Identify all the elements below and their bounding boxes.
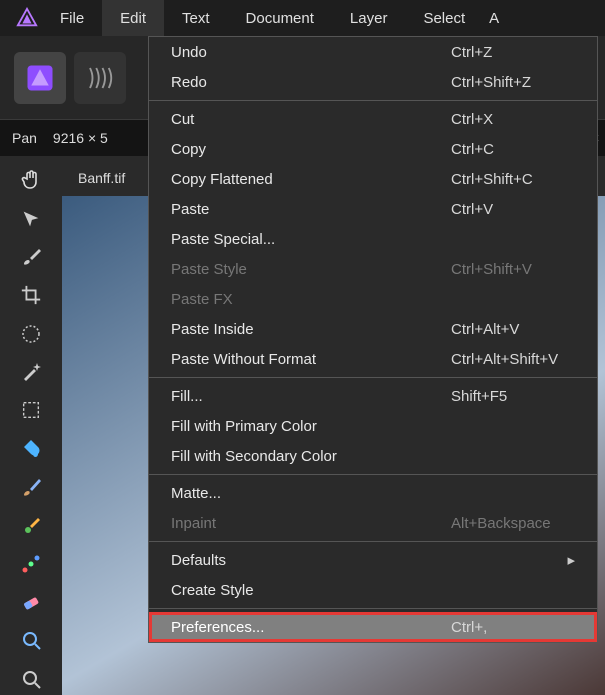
move-tool-icon[interactable]	[11, 202, 51, 234]
menu-separator	[149, 608, 597, 609]
document-tab[interactable]: Banff.tif	[62, 160, 141, 196]
menu-edit[interactable]: Edit	[102, 0, 164, 36]
menu-item-fill[interactable]: Fill...Shift+F5	[149, 381, 597, 411]
menu-item-create-style[interactable]: Create Style	[149, 575, 597, 605]
heal-tool-icon[interactable]	[11, 548, 51, 580]
menu-item-label: Undo	[171, 44, 451, 61]
menu-item-copy-flattened[interactable]: Copy FlattenedCtrl+Shift+C	[149, 164, 597, 194]
menu-item-copy[interactable]: CopyCtrl+C	[149, 134, 597, 164]
menu-item-shortcut: Ctrl+Z	[451, 44, 581, 61]
menu-item-shortcut: Ctrl+Shift+C	[451, 171, 581, 188]
liquify-persona-button[interactable]	[74, 52, 126, 104]
menu-item-label: Copy	[171, 141, 451, 158]
menu-item-label: Paste	[171, 201, 451, 218]
erase-tool-icon[interactable]	[11, 586, 51, 618]
menu-item-shortcut: Ctrl+Alt+Shift+V	[451, 351, 581, 368]
document-tabs: Banff.tif	[62, 160, 141, 196]
photo-persona-button[interactable]	[14, 52, 66, 104]
menu-item-label: Fill...	[171, 388, 451, 405]
crop-tool-icon[interactable]	[11, 279, 51, 311]
app-logo-icon	[12, 0, 42, 36]
menu-separator	[149, 100, 597, 101]
menu-item-paste-special[interactable]: Paste Special...	[149, 224, 597, 254]
menu-item-label: Preferences...	[171, 619, 451, 636]
menu-item-shortcut: Alt+Backspace	[451, 515, 581, 532]
menu-item-label: Paste Without Format	[171, 351, 451, 368]
menu-item-label: Paste Inside	[171, 321, 451, 338]
menu-item-paste[interactable]: PasteCtrl+V	[149, 194, 597, 224]
menu-item-shortcut: Ctrl+Alt+V	[451, 321, 581, 338]
submenu-arrow-icon: ▸	[567, 551, 581, 569]
hand-tool-icon[interactable]	[11, 164, 51, 196]
edit-menu-dropdown: UndoCtrl+ZRedoCtrl+Shift+ZCutCtrl+XCopyC…	[148, 36, 598, 643]
menu-separator	[149, 541, 597, 542]
menu-layer[interactable]: Layer	[332, 0, 406, 36]
image-dimensions: 9216 × 5	[53, 130, 108, 146]
tools-panel	[0, 156, 62, 695]
menu-item-matte[interactable]: Matte...	[149, 478, 597, 508]
flood-fill-icon[interactable]	[11, 433, 51, 465]
menu-separator	[149, 377, 597, 378]
menu-item-fill-with-secondary-color[interactable]: Fill with Secondary Color	[149, 441, 597, 471]
brush-tool-icon[interactable]	[11, 241, 51, 273]
zoom-tool-icon[interactable]	[11, 663, 51, 695]
menu-item-preferences[interactable]: Preferences...Ctrl+,	[149, 612, 597, 642]
menu-item-label: Paste FX	[171, 291, 581, 308]
menu-text[interactable]: Text	[164, 0, 228, 36]
menu-item-shortcut: Ctrl+C	[451, 141, 581, 158]
menu-item-paste-style: Paste StyleCtrl+Shift+V	[149, 254, 597, 284]
menu-item-paste-fx: Paste FX	[149, 284, 597, 314]
menu-file[interactable]: File	[42, 0, 102, 36]
menu-item-inpaint: InpaintAlt+Backspace	[149, 508, 597, 538]
menu-item-undo[interactable]: UndoCtrl+Z	[149, 37, 597, 67]
menu-item-shortcut: Ctrl+Shift+Z	[451, 74, 581, 91]
menu-item-label: Paste Style	[171, 261, 451, 278]
selection-brush-icon[interactable]	[11, 317, 51, 349]
dodge-tool-icon[interactable]	[11, 624, 51, 656]
menu-item-shortcut: Ctrl+V	[451, 201, 581, 218]
menu-item-label: Fill with Secondary Color	[171, 448, 581, 465]
mixer-brush-icon[interactable]	[11, 509, 51, 541]
menu-item-label: Defaults	[171, 552, 567, 569]
current-tool-label: Pan	[12, 130, 37, 146]
menu-item-label: Redo	[171, 74, 451, 91]
menu-item-label: Cut	[171, 111, 451, 128]
menu-select[interactable]: Select	[405, 0, 483, 36]
menu-item-shortcut: Ctrl+Shift+V	[451, 261, 581, 278]
menu-item-shortcut: Ctrl+,	[451, 619, 581, 636]
menu-item-redo[interactable]: RedoCtrl+Shift+Z	[149, 67, 597, 97]
menu-item-cut[interactable]: CutCtrl+X	[149, 104, 597, 134]
menu-item-label: Copy Flattened	[171, 171, 451, 188]
menu-item-shortcut: Ctrl+X	[451, 111, 581, 128]
menu-item-defaults[interactable]: Defaults▸	[149, 545, 597, 575]
menu-item-label: Create Style	[171, 582, 581, 599]
menu-item-label: Fill with Primary Color	[171, 418, 581, 435]
marquee-tool-icon[interactable]	[11, 394, 51, 426]
menu-item-label: Inpaint	[171, 515, 451, 532]
menu-separator	[149, 474, 597, 475]
wand-tool-icon[interactable]	[11, 356, 51, 388]
menu-item-paste-inside[interactable]: Paste InsideCtrl+Alt+V	[149, 314, 597, 344]
menu-item-fill-with-primary-color[interactable]: Fill with Primary Color	[149, 411, 597, 441]
menu-truncated[interactable]: A	[483, 0, 505, 36]
menu-item-label: Paste Special...	[171, 231, 581, 248]
paint-brush-icon[interactable]	[11, 471, 51, 503]
menu-document[interactable]: Document	[228, 0, 332, 36]
menubar: File Edit Text Document Layer Select A	[0, 0, 605, 36]
menu-item-shortcut: Shift+F5	[451, 388, 581, 405]
menu-item-paste-without-format[interactable]: Paste Without FormatCtrl+Alt+Shift+V	[149, 344, 597, 374]
menu-item-label: Matte...	[171, 485, 581, 502]
